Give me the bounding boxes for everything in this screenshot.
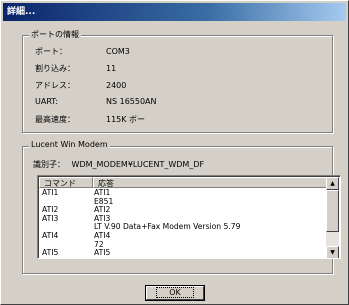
- command-response-list[interactable]: コマンド 応答 ATI1 ATI1 E851 ATI2 ATI2 ATI3 ATI3 LT V…: [37, 175, 341, 259]
- port-info-label: ポート：: [35, 47, 67, 56]
- port-info-label: UART:: [35, 97, 59, 106]
- list-item-command: ATI1: [42, 188, 59, 197]
- port-info-value: 2400: [106, 81, 127, 90]
- scroll-up-button[interactable]: ▲: [326, 177, 339, 190]
- down-arrow-icon: ▼: [330, 249, 335, 256]
- list-item-response: 5.79.0.10.150D.5517.0441: [94, 257, 196, 258]
- list-item-command: ATI5: [42, 248, 59, 258]
- port-info-row: ポート： COM3: [35, 46, 130, 57]
- list-item[interactable]: 72: [39, 240, 327, 250]
- port-info-group-title: ポートの情報: [29, 29, 81, 40]
- list-item[interactable]: ATI1 ATI1: [39, 188, 327, 198]
- list-item-command: ATI4: [42, 230, 59, 240]
- modem-group: Lucent Win Modem 識別子： WDM_MODEM¥LUCENT_W…: [22, 140, 341, 274]
- port-info-value: COM3: [106, 47, 130, 56]
- list-item[interactable]: 5.79.0.10.150D.5517.0441: [39, 257, 327, 258]
- list-item[interactable]: LT V.90 Data+Fax Modem Version 5.79: [39, 223, 327, 232]
- ok-button[interactable]: OK: [145, 285, 205, 301]
- modem-identifier-value: WDM_MODEM¥LUCENT_WDM_DF: [71, 160, 205, 169]
- details-dialog: 詳細... ポートの情報 ポート： COM3 割り込み： 11 アドレス： 2400 UAR…: [0, 0, 349, 305]
- port-info-label: 割り込み：: [35, 64, 75, 73]
- port-info-row: UART: NS 16550AN: [35, 97, 157, 106]
- port-info-row: 割り込み： 11: [35, 63, 116, 74]
- column-header-response[interactable]: 応答: [93, 177, 327, 188]
- vertical-scrollbar[interactable]: ▲ ▼: [326, 177, 339, 258]
- port-info-row: アドレス： 2400: [35, 80, 126, 91]
- modem-group-title: Lucent Win Modem: [29, 140, 110, 149]
- scroll-thumb[interactable]: [326, 190, 339, 232]
- port-info-row: 最高速度： 115K ボー: [35, 114, 145, 125]
- list-item[interactable]: ATI4 ATI4: [39, 230, 327, 241]
- list-item-command: ATI3: [42, 213, 59, 223]
- scroll-down-button[interactable]: ▼: [326, 246, 339, 258]
- list-item[interactable]: ATI2 ATI2: [39, 206, 327, 215]
- title-bar: 詳細...: [3, 3, 346, 21]
- list-item[interactable]: E851: [39, 197, 327, 207]
- modem-identifier-label: 識別子：: [33, 160, 65, 169]
- port-info-group: ポートの情報 ポート： COM3 割り込み： 11 アドレス： 2400 UART: NS 1…: [22, 29, 333, 133]
- port-info-label: アドレス：: [35, 81, 75, 90]
- port-info-value: 115K ボー: [106, 115, 146, 124]
- list-item-response: LT V.90 Data+Fax Modem Version 5.79: [94, 222, 241, 232]
- port-info-value: NS 16550AN: [106, 97, 157, 106]
- port-info-label: 最高速度：: [35, 115, 75, 124]
- up-arrow-icon: ▲: [330, 180, 335, 187]
- modem-identifier: 識別子： WDM_MODEM¥LUCENT_WDM_DF: [33, 159, 204, 170]
- list-header: コマンド 応答: [39, 177, 327, 188]
- ok-button-label: OK: [156, 287, 194, 298]
- column-header-command[interactable]: コマンド: [39, 177, 93, 188]
- list-rows: ATI1 ATI1 E851 ATI2 ATI2 ATI3 ATI3 LT V.90 Data…: [39, 188, 327, 258]
- port-info-value: 11: [106, 64, 117, 73]
